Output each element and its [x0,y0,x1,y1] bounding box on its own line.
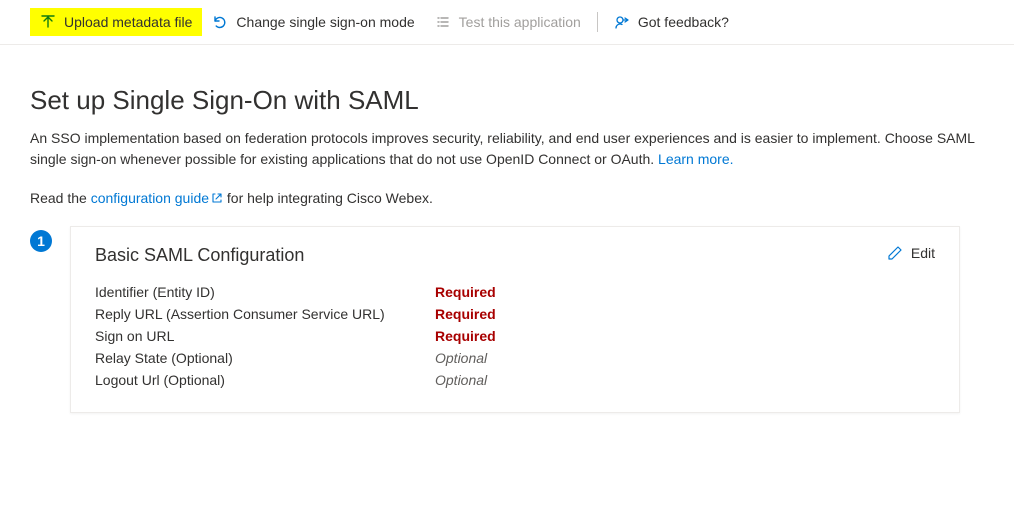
undo-icon [212,14,228,30]
pencil-icon [887,245,903,261]
change-mode-button[interactable]: Change single sign-on mode [202,8,424,36]
field-label: Reply URL (Assertion Consumer Service UR… [95,306,435,322]
feedback-label: Got feedback? [638,14,729,30]
step-1-row: 1 Basic SAML Configuration Edit Identifi… [30,226,984,413]
guide-link-text: configuration guide [91,190,209,206]
checklist-icon [435,14,451,30]
edit-button[interactable]: Edit [887,245,935,261]
guide-text: Read the configuration guide for help in… [30,190,984,206]
main-content: Set up Single Sign-On with SAML An SSO i… [0,45,1014,453]
field-value: Optional [435,350,935,366]
field-label: Sign on URL [95,328,435,344]
toolbar: Upload metadata file Change single sign-… [0,0,1014,45]
feedback-button[interactable]: Got feedback? [604,8,739,36]
step-number-badge: 1 [30,230,52,252]
page-description: An SSO implementation based on federatio… [30,128,984,170]
test-application-label: Test this application [459,14,581,30]
external-link-icon [211,191,223,203]
change-mode-label: Change single sign-on mode [236,14,414,30]
field-label: Logout Url (Optional) [95,372,435,388]
guide-suffix: for help integrating Cisco Webex. [223,190,433,206]
field-label: Relay State (Optional) [95,350,435,366]
feedback-icon [614,14,630,30]
desc-text: An SSO implementation based on federatio… [30,130,974,167]
field-value: Optional [435,372,935,388]
test-application-button: Test this application [425,8,591,36]
upload-metadata-button[interactable]: Upload metadata file [30,8,202,36]
configuration-guide-link[interactable]: configuration guide [91,190,223,206]
learn-more-link[interactable]: Learn more. [658,151,733,167]
page-title: Set up Single Sign-On with SAML [30,85,984,116]
card-title: Basic SAML Configuration [95,245,935,266]
basic-saml-card: Basic SAML Configuration Edit Identifier… [70,226,960,413]
field-value: Required [435,284,935,300]
toolbar-separator [597,12,598,32]
field-value: Required [435,306,935,322]
edit-label: Edit [911,245,935,261]
upload-icon [40,14,56,30]
fields-grid: Identifier (Entity ID)RequiredReply URL … [95,284,935,388]
field-label: Identifier (Entity ID) [95,284,435,300]
guide-prefix: Read the [30,190,91,206]
field-value: Required [435,328,935,344]
upload-metadata-label: Upload metadata file [64,14,192,30]
